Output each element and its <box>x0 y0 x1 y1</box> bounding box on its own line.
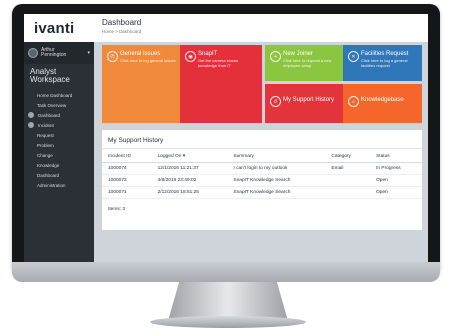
camera-icon: ◉ <box>185 51 196 62</box>
sidebar-item-label: Dashboard <box>37 172 60 178</box>
sidebar-item-change[interactable]: Change <box>24 150 94 160</box>
table-row[interactable]: 1000071 2/12/2016 18:51:26 SnapIT Knowle… <box>102 186 422 199</box>
tile-title: Facilities Request <box>361 51 409 57</box>
sidebar-item-label: Dashboard <box>38 112 61 118</box>
table-cell: Email <box>325 162 371 175</box>
user-name: Arthur Pennington <box>41 48 66 58</box>
table-cell <box>325 174 371 187</box>
history-icon: ↺ <box>270 96 281 107</box>
tile-description: Click here to request a new employee set… <box>283 58 332 68</box>
sidebar-item-label: Problem <box>37 142 54 148</box>
tile-snapit[interactable]: ◉ SnapIT Get the camera shows knowledge … <box>180 45 262 123</box>
items-count: Items: 3 <box>108 207 126 212</box>
sidebar-item-label: Change <box>37 152 53 158</box>
sidebar-item-home-dashboard[interactable]: Home Dashboard <box>24 90 94 100</box>
table-cell: 1000072 <box>102 174 152 187</box>
monitor-stand-base <box>150 316 306 328</box>
tile-title: General Issues <box>120 51 161 57</box>
page-title: Dashboard <box>102 18 142 27</box>
tile-title: SnapIT <box>198 51 218 57</box>
book-icon: ⌕ <box>348 96 359 107</box>
phone-icon: ✆ <box>107 51 118 62</box>
sidebar-item-label: Administration <box>37 182 66 188</box>
tile-description: Click here to log a general facilities r… <box>361 58 408 68</box>
dashboard-icon <box>28 112 34 118</box>
brand-logo[interactable]: ivanti <box>34 20 74 37</box>
avatar <box>28 48 38 58</box>
tile-description: Click here to log general issues <box>120 58 176 63</box>
chevron-down-icon[interactable]: ▾ <box>87 50 90 56</box>
panel-title: My Support History <box>102 130 422 149</box>
table-row[interactable]: 1000072 4/8/2016 23:49:02 SnapIT Knowled… <box>102 174 422 187</box>
table-cell: I can't login to my outlook <box>227 162 326 175</box>
table-cell: 4/8/2016 23:49:02 <box>151 174 228 187</box>
app-screen: ivanti Arthur Pennington ▾ Analyst Works… <box>24 14 428 262</box>
table-cell: Open <box>370 174 422 187</box>
tile-title: My Support History <box>283 97 335 103</box>
sidebar-item-label: Task Overview <box>37 102 67 108</box>
sidebar-item-task-overview[interactable]: Task Overview <box>24 100 94 110</box>
logo-area: ivanti <box>24 14 94 42</box>
column-header[interactable]: Incident ID <box>102 149 152 163</box>
monitor-stand-neck <box>168 279 288 321</box>
user-plus-icon: + <box>270 51 281 62</box>
main-content: Dashboard Home > Dashboard ✆ General Iss… <box>94 14 428 262</box>
sidebar-item-problem[interactable]: Problem <box>24 140 94 150</box>
workspace-line2: Workspace <box>30 75 70 84</box>
sidebar: ivanti Arthur Pennington ▾ Analyst Works… <box>24 14 94 262</box>
incident-icon <box>28 122 34 128</box>
column-header[interactable]: Category <box>325 149 371 163</box>
column-header[interactable]: Summary <box>227 149 326 163</box>
tile-my-support-history[interactable]: ↺ My Support History <box>265 84 343 123</box>
table-cell: 2/12/2016 18:51:26 <box>151 186 228 199</box>
page-header: Dashboard Home > Dashboard <box>94 14 428 42</box>
support-history-panel: My Support History Incident ID Logged On… <box>102 130 422 230</box>
tile-title: Knowledgebase <box>361 97 404 103</box>
user-last-name: Pennington <box>41 52 67 58</box>
table-header-row: Incident ID Logged On ▾ Summary Category… <box>102 149 422 163</box>
sidebar-item-label: Knowledge <box>37 162 60 168</box>
table-cell: SnapIT Knowledge Search <box>227 186 326 199</box>
user-menu[interactable]: Arthur Pennington ▾ <box>24 42 94 64</box>
tile-facilities-request[interactable]: ✕ Facilities Request Click here to log a… <box>343 45 422 81</box>
workspace-title[interactable]: Analyst Workspace <box>24 64 94 88</box>
tile-description: Get the camera shows knowledge from IT <box>198 58 239 68</box>
table-cell: 1000074 <box>102 162 152 175</box>
sidebar-item-label: Home Dashboard <box>37 92 73 98</box>
support-history-table: Incident ID Logged On ▾ Summary Category… <box>102 149 422 199</box>
sidebar-item-dashboard-2[interactable]: Dashboard <box>24 170 94 180</box>
tile-title: New Joiner <box>283 51 314 57</box>
table-cell: 1000071 <box>102 186 152 199</box>
table-cell <box>325 186 371 199</box>
tile-general-issues[interactable]: ✆ General Issues Click here to log gener… <box>102 45 180 123</box>
nav-list: Home Dashboard Task Overview Dashboard I… <box>24 88 94 192</box>
sidebar-item-administration[interactable]: Administration <box>24 180 94 190</box>
sidebar-item-label: Incident <box>38 122 54 128</box>
column-header[interactable]: Status <box>370 149 422 163</box>
table-row[interactable]: 1000074 12/1/2016 11:21:37 I can't login… <box>102 162 422 175</box>
sidebar-item-knowledge[interactable]: Knowledge <box>24 160 94 170</box>
tile-new-joiner[interactable]: + New Joiner Click here to request a new… <box>265 45 343 81</box>
sidebar-item-dashboard[interactable]: Dashboard <box>24 110 94 120</box>
table-cell: 12/1/2016 11:21:37 <box>151 162 228 175</box>
breadcrumb[interactable]: Home > Dashboard <box>102 29 420 34</box>
monitor-chin <box>12 262 440 282</box>
table-cell: In Progress <box>370 162 422 175</box>
table-cell: Open <box>370 186 422 199</box>
sidebar-item-incident[interactable]: Incident <box>24 120 94 130</box>
tile-grid: ✆ General Issues Click here to log gener… <box>102 45 422 125</box>
sidebar-item-label: Request <box>37 132 54 138</box>
table-cell: SnapIT Knowledge Search <box>227 174 326 187</box>
sidebar-item-request[interactable]: Request <box>24 130 94 140</box>
column-header[interactable]: Logged On ▾ <box>151 149 228 163</box>
tile-knowledgebase[interactable]: ⌕ Knowledgebase <box>343 84 422 123</box>
tools-icon: ✕ <box>348 51 359 62</box>
